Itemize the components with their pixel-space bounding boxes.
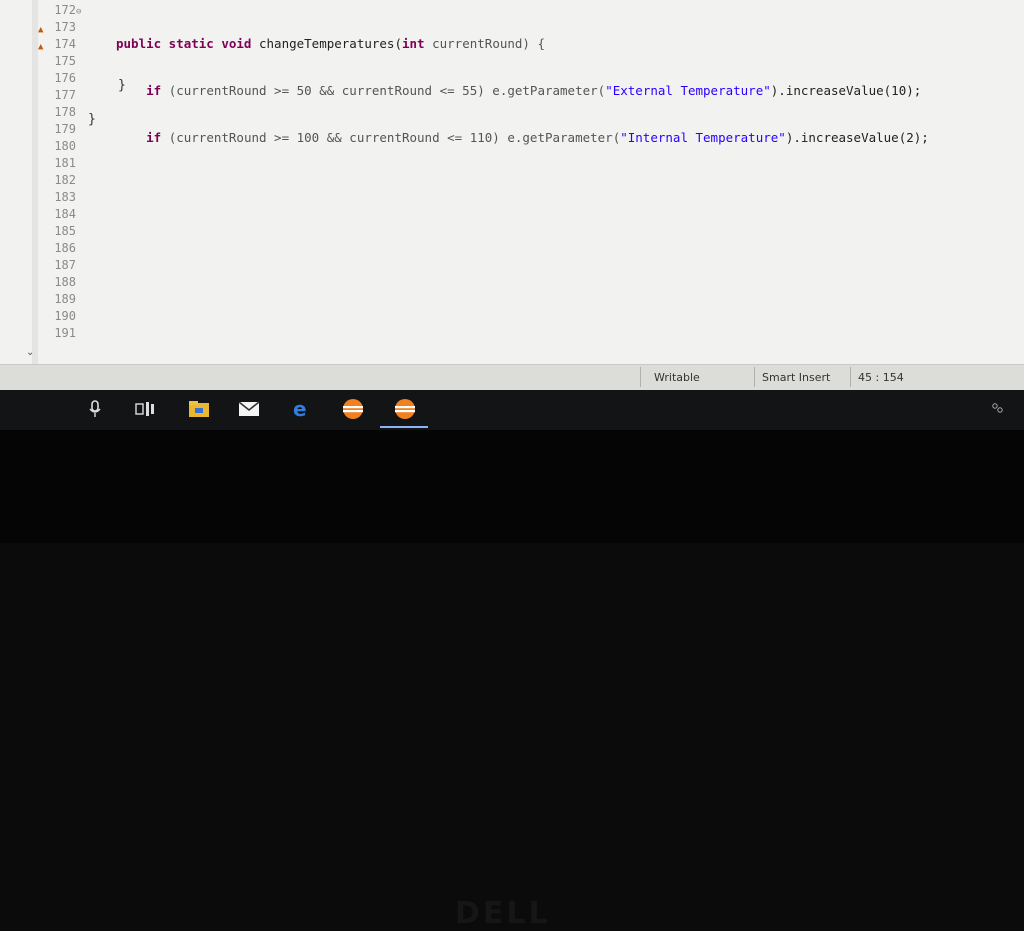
eclipse-active-icon[interactable]	[392, 396, 418, 422]
people-icon[interactable]	[984, 396, 1010, 422]
divider	[640, 367, 641, 387]
code-editor[interactable]: 172⊖ ▲ 173 ▲ 174 175 176 177 178 179 180 1…	[0, 0, 1024, 364]
insert-mode-status: Smart Insert	[762, 371, 831, 384]
line-number: 182	[54, 173, 76, 187]
code-area[interactable]: public static void changeTemperatures(in…	[116, 5, 929, 176]
chevron-down-icon[interactable]: ⌄	[26, 347, 34, 358]
closing-brace: }	[88, 112, 96, 127]
microphone-icon[interactable]	[82, 396, 108, 422]
line-number: 190	[54, 309, 76, 323]
mail-icon[interactable]	[236, 396, 262, 422]
line-number: 178	[54, 105, 76, 119]
writable-status: Writable	[654, 371, 700, 384]
divider	[754, 367, 755, 387]
line-number: ▲ 174	[38, 37, 76, 52]
svg-text:e: e	[293, 399, 307, 419]
task-view-icon[interactable]	[132, 396, 158, 422]
line-number: 186	[54, 241, 76, 255]
closing-brace: }	[118, 78, 126, 93]
eclipse-icon[interactable]	[340, 396, 366, 422]
warning-icon: ▲	[38, 42, 44, 52]
line-number: 180	[54, 139, 76, 153]
line-number: 177	[54, 88, 76, 102]
cursor-position: 45 : 154	[858, 371, 904, 384]
line-number: 188	[54, 275, 76, 289]
brand-logo: DELL	[455, 896, 551, 931]
line-number: 176	[54, 71, 76, 85]
line-number: 183	[54, 190, 76, 204]
warning-icon: ▲	[38, 25, 44, 35]
divider	[850, 367, 851, 387]
status-bar: Writable Smart Insert 45 : 154	[0, 364, 1024, 391]
code-line: if (currentRound >= 100 && currentRound …	[146, 130, 929, 145]
monitor-bezel: DELL	[0, 430, 1024, 931]
line-number: 189	[54, 292, 76, 306]
line-number: 187	[54, 258, 76, 272]
edge-icon[interactable]: e	[288, 396, 314, 422]
line-number: 181	[54, 156, 76, 170]
active-app-indicator	[380, 426, 428, 428]
line-number: ▲ 173	[38, 20, 76, 35]
code-line: if (currentRound >= 50 && currentRound <…	[146, 83, 922, 98]
code-line: public static void changeTemperatures(in…	[116, 36, 545, 51]
line-number: 185	[54, 224, 76, 238]
line-number: 175	[54, 54, 76, 68]
line-number: 191	[54, 326, 76, 340]
line-number: 179	[54, 122, 76, 136]
screen: 172⊖ ▲ 173 ▲ 174 175 176 177 178 179 180 1…	[0, 0, 1024, 430]
line-number-gutter: 172⊖ ▲ 173 ▲ 174 175 176 177 178 179 180 1…	[36, 2, 100, 362]
taskbar: e	[0, 390, 1024, 430]
file-explorer-icon[interactable]	[186, 396, 212, 422]
line-number: 184	[54, 207, 76, 221]
line-number: 172⊖	[54, 3, 82, 17]
